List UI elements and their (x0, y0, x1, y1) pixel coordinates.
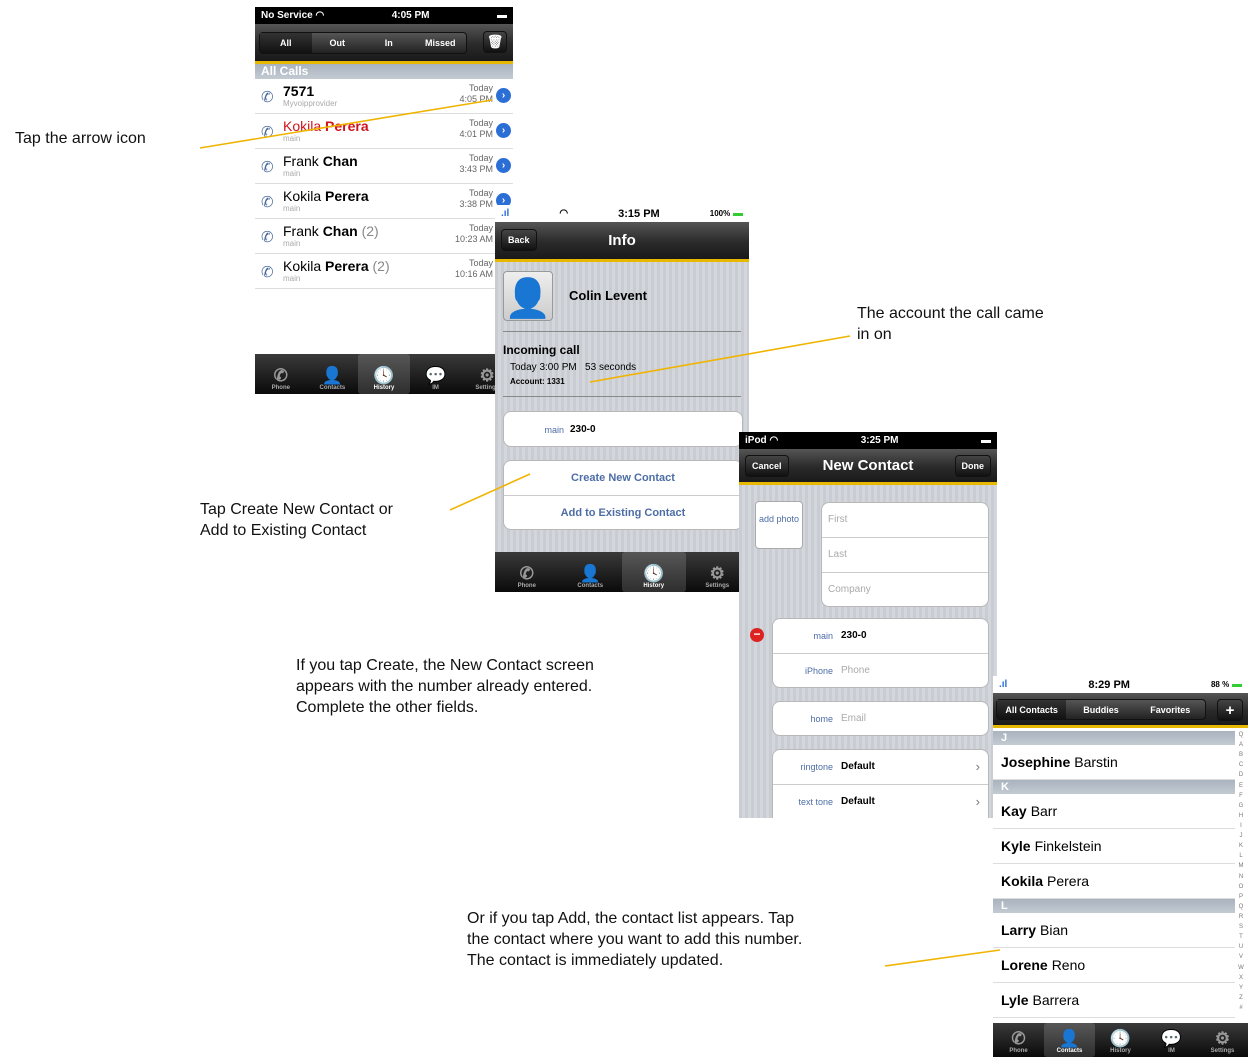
callout-line (449, 473, 531, 511)
callout-lines (199, 99, 1001, 967)
callout-line (199, 99, 493, 149)
callout-line (589, 335, 851, 383)
callout-line (884, 949, 1001, 967)
